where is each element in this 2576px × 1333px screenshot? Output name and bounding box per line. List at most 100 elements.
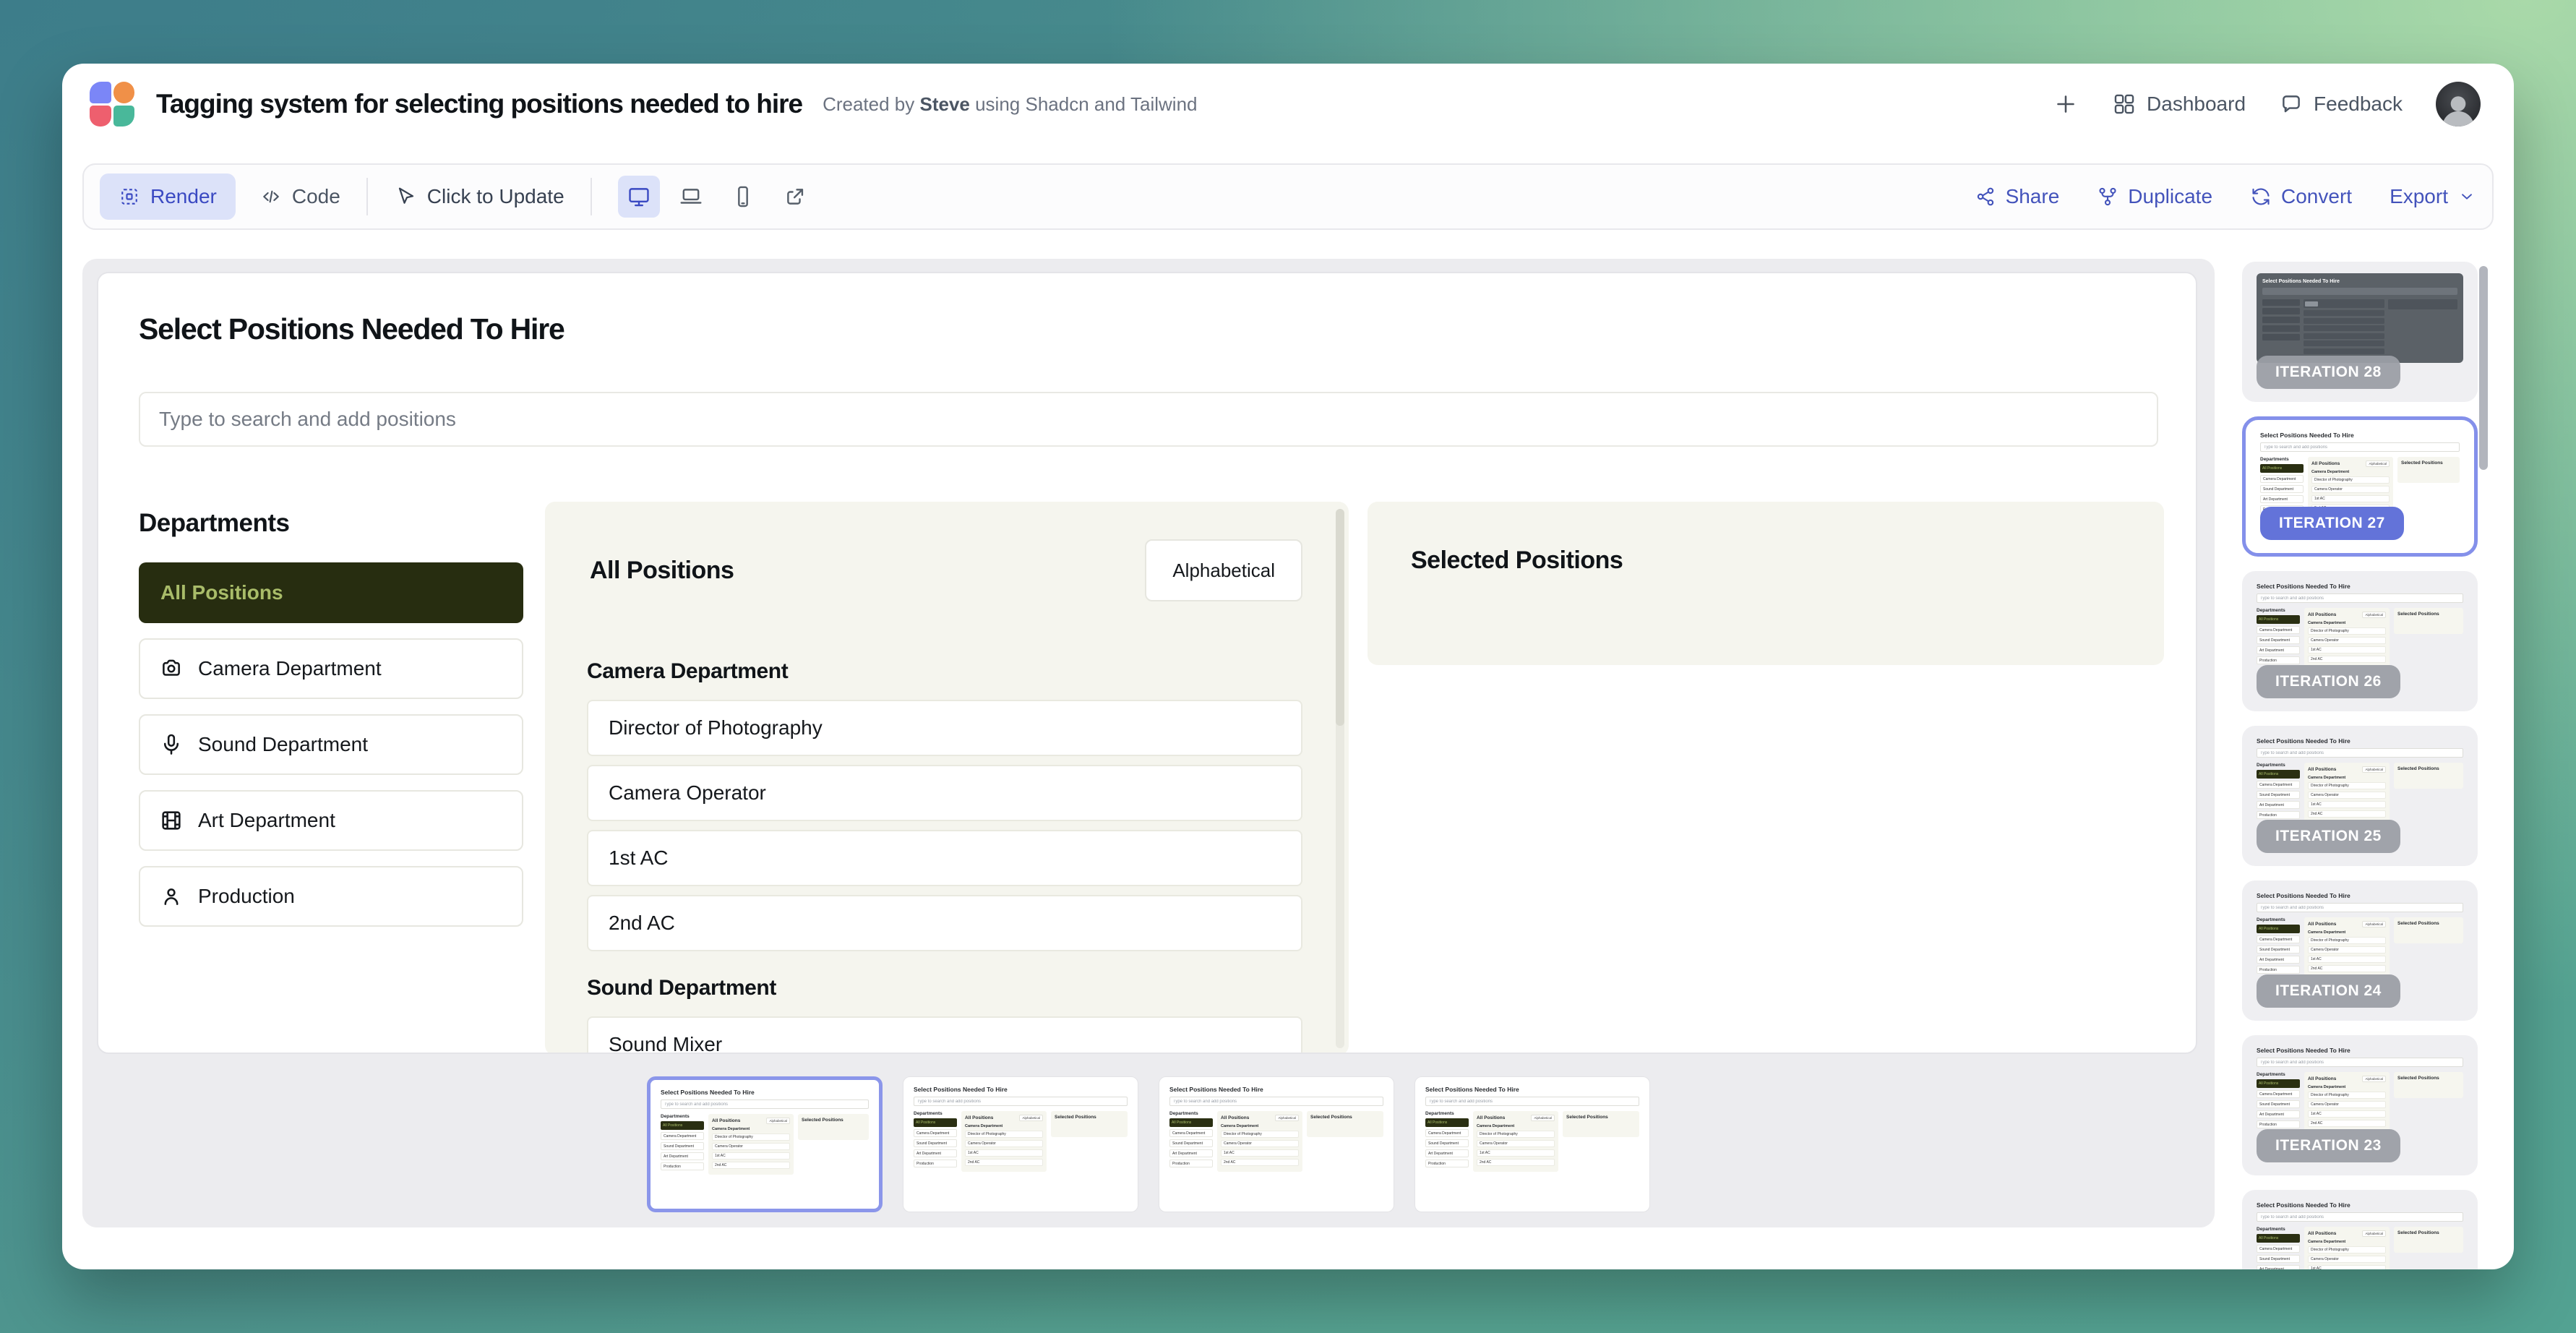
dashboard-button[interactable]: Dashboard <box>2112 92 2246 116</box>
mini-search: Type to search and add positions <box>2257 1058 2463 1067</box>
preview-mini-thumbnail: Select Positions Needed To Hire Type to … <box>2260 432 2460 514</box>
iteration-badge: ITERATION 24 <box>2257 974 2400 1008</box>
mini-search: Type to search and add positions <box>2257 748 2463 758</box>
preview-mini-thumbnail: Select Positions Needed To Hire Type to … <box>2257 1047 2463 1136</box>
search-input[interactable] <box>139 392 2158 447</box>
panel-scrollbar[interactable] <box>1336 509 1344 1048</box>
preview-mini-thumbnail: Select Positions Needed To Hire Type to … <box>2257 737 2463 827</box>
person-icon <box>159 884 184 909</box>
desktop-background: Tagging system for selecting positions n… <box>0 0 2576 1333</box>
cursor-icon <box>394 185 417 208</box>
departments-list: All Positions Camera Department Sound De… <box>139 562 523 942</box>
iteration-card[interactable]: Select Positions Needed To Hire ITERATIO… <box>2242 262 2478 402</box>
camera-icon <box>159 656 184 681</box>
iteration-card[interactable]: Select Positions Needed To Hire Type to … <box>2242 416 2478 557</box>
alphabetical-sort-button[interactable]: Alphabetical <box>1145 539 1302 601</box>
position-item[interactable]: 2nd AC <box>587 895 1302 951</box>
version-thumbnail[interactable]: Select Positions Needed To Hire Type to … <box>903 1076 1138 1212</box>
render-tab[interactable]: Render <box>100 173 236 220</box>
microphone-icon <box>159 732 184 757</box>
mini-search: Type to search and add positions <box>2257 593 2463 603</box>
project-title: Tagging system for selecting positions n… <box>156 89 802 119</box>
departments-heading: Departments <box>139 509 289 538</box>
iteration-card[interactable]: Select Positions Needed To Hire Type to … <box>2242 880 2478 1021</box>
mini-search: Type to search and add positions <box>661 1100 869 1109</box>
all-positions-panel: All Positions Alphabetical Camera Depart… <box>545 502 1349 1054</box>
magic-patterns-logo-icon[interactable] <box>90 82 134 127</box>
laptop-icon <box>679 184 703 209</box>
divider <box>591 178 592 215</box>
group-heading: Sound Department <box>587 976 1302 1000</box>
department-button[interactable]: Camera Department <box>139 638 523 699</box>
grid-icon <box>2112 92 2137 116</box>
sidebar-scrollbar[interactable] <box>2479 266 2488 470</box>
iteration-badge: ITERATION 23 <box>2257 1129 2400 1162</box>
mobile-view-button[interactable] <box>722 176 764 218</box>
iteration-card[interactable]: Select Positions Needed To Hire Type to … <box>2242 571 2478 711</box>
version-thumbnail[interactable]: Select Positions Needed To Hire Type to … <box>1159 1076 1394 1212</box>
department-button[interactable]: Sound Department <box>139 714 523 775</box>
export-button[interactable]: Export <box>2390 185 2476 208</box>
laptop-view-button[interactable] <box>670 176 712 218</box>
feedback-button[interactable]: Feedback <box>2279 92 2403 116</box>
mini-search: Type to search and add positions <box>1425 1097 1639 1106</box>
position-item[interactable]: Sound Mixer <box>587 1016 1302 1054</box>
position-item[interactable]: Director of Photography <box>587 700 1302 756</box>
department-button[interactable]: Production <box>139 866 523 927</box>
group-heading: Camera Department <box>587 659 1302 684</box>
plus-icon[interactable] <box>2053 91 2079 117</box>
code-tab[interactable]: Code <box>260 185 340 208</box>
refresh-icon <box>2250 186 2272 207</box>
code-icon <box>260 186 282 207</box>
iteration-badge: ITERATION 25 <box>2257 820 2400 853</box>
toolbar: Render Code Click to Update Share <box>82 163 2494 230</box>
mini-search: Type to search and add positions <box>914 1097 1128 1106</box>
preview-mini-thumbnail: Select Positions Needed To Hire Type to … <box>1169 1086 1383 1203</box>
external-link-icon <box>783 184 807 209</box>
iteration-card[interactable]: Select Positions Needed To Hire Type to … <box>2242 1190 2478 1269</box>
version-thumbnail-strip: Select Positions Needed To Hire Type to … <box>82 1076 2215 1212</box>
iterations-sidebar: Select Positions Needed To Hire ITERATIO… <box>2242 262 2478 1269</box>
duplicate-button[interactable]: Duplicate <box>2097 185 2212 208</box>
iteration-card[interactable]: Select Positions Needed To Hire Type to … <box>2242 1035 2478 1175</box>
page-title: Select Positions Needed To Hire <box>139 312 564 346</box>
preview-mini-thumbnail: Select Positions Needed To Hire Type to … <box>2257 1201 2463 1269</box>
mini-search: Type to search and add positions <box>1169 1097 1383 1106</box>
position-item[interactable]: 1st AC <box>587 830 1302 886</box>
mini-search <box>2262 288 2457 295</box>
department-button-all-positions[interactable]: All Positions <box>139 562 523 623</box>
preview-mini-thumbnail: Select Positions Needed To Hire Type to … <box>1425 1086 1639 1203</box>
department-button[interactable]: Art Department <box>139 790 523 851</box>
chevron-down-icon <box>2457 187 2476 206</box>
selected-positions-heading: Selected Positions <box>1411 547 1623 575</box>
preview-mini-thumbnail: Select Positions Needed To Hire Type to … <box>2257 892 2463 982</box>
desktop-view-button[interactable] <box>618 176 660 218</box>
header: Tagging system for selecting positions n… <box>62 64 2514 145</box>
iteration-badge: ITERATION 28 <box>2257 356 2400 389</box>
positions-groups: Camera Department Director of Photography… <box>587 653 1302 1054</box>
share-button[interactable]: Share <box>1975 185 2060 208</box>
iteration-card[interactable]: Select Positions Needed To Hire Type to … <box>2242 726 2478 866</box>
mini-search: Type to search and add positions <box>2257 903 2463 912</box>
convert-button[interactable]: Convert <box>2250 185 2352 208</box>
version-thumbnail[interactable]: Select Positions Needed To Hire Type to … <box>1414 1076 1650 1212</box>
preview-mini-thumbnail: Select Positions Needed To Hire Type to … <box>914 1086 1128 1203</box>
speech-bubble-icon <box>2279 92 2304 116</box>
preview-mini-thumbnail: Select Positions Needed To Hire Type to … <box>2257 583 2463 672</box>
version-thumbnail[interactable]: Select Positions Needed To Hire Type to … <box>647 1076 883 1212</box>
preview-mini-thumbnail-dark: Select Positions Needed To Hire <box>2257 273 2463 363</box>
click-to-update-button[interactable]: Click to Update <box>394 185 564 208</box>
render-frame-icon <box>119 186 140 207</box>
monitor-icon <box>627 184 651 209</box>
position-item[interactable]: Camera Operator <box>587 765 1302 821</box>
iteration-badge: ITERATION 26 <box>2257 665 2400 698</box>
user-avatar[interactable] <box>2436 82 2481 127</box>
all-positions-heading: All Positions <box>590 557 734 585</box>
author-name: Steve <box>919 93 969 115</box>
phone-icon <box>731 184 755 209</box>
preview-mini-thumbnail: Select Positions Needed To Hire Type to … <box>661 1089 869 1200</box>
fork-icon <box>2097 186 2118 207</box>
byline: Created by Steve using Shadcn and Tailwi… <box>823 93 1197 116</box>
divider <box>366 178 368 215</box>
open-preview-button[interactable] <box>774 176 816 218</box>
